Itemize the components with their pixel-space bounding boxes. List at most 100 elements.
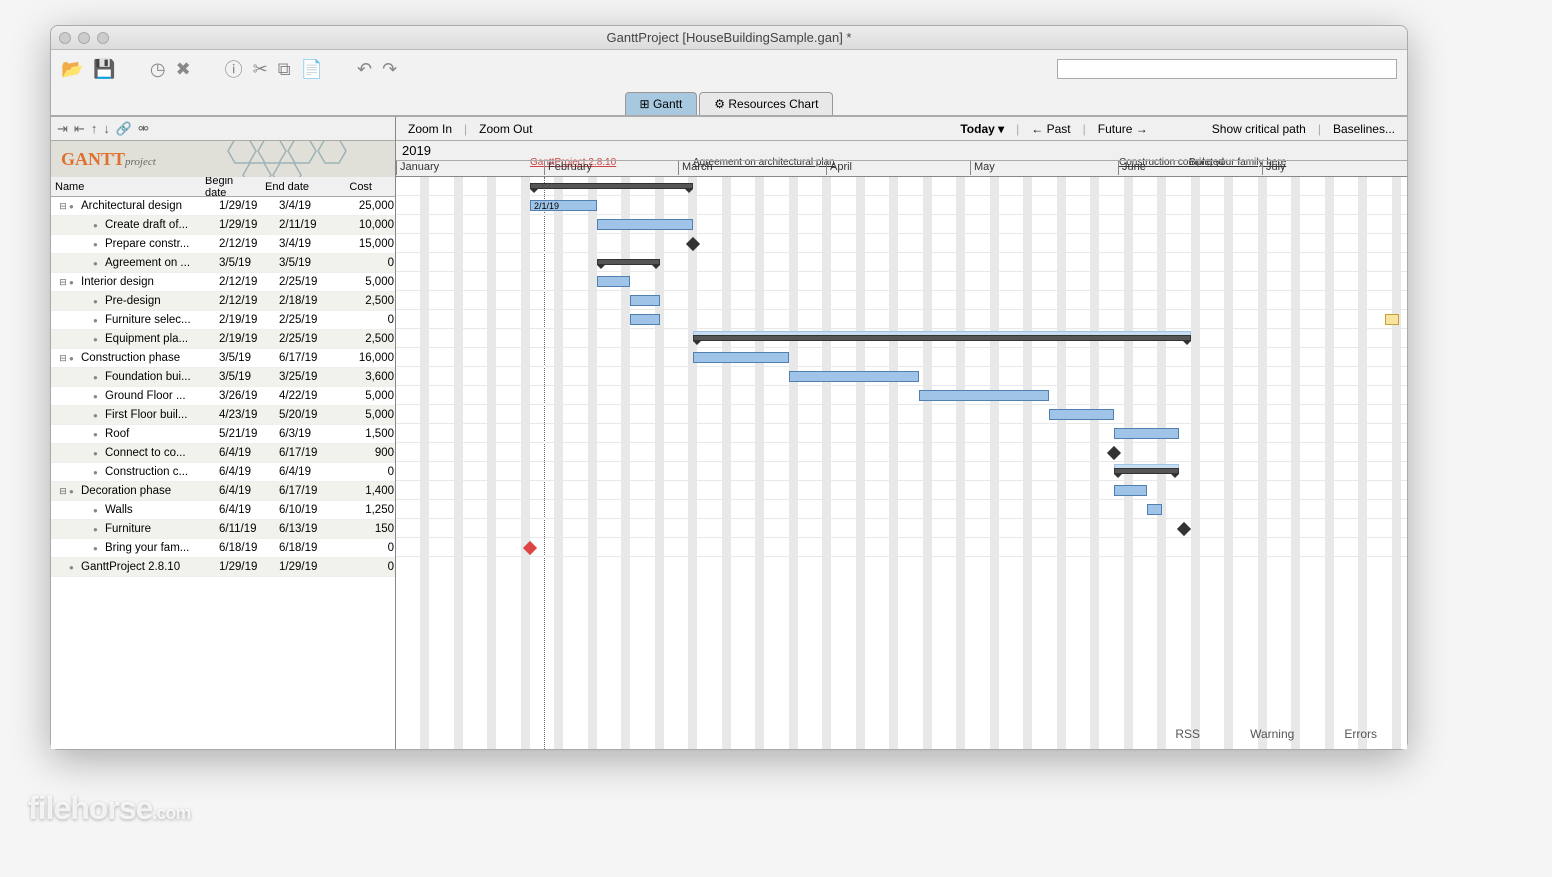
future-button[interactable]: Future → xyxy=(1086,122,1160,136)
undo-icon[interactable]: ↶ xyxy=(357,59,372,80)
task-bar[interactable] xyxy=(789,371,919,382)
task-bar[interactable] xyxy=(1049,409,1114,420)
task-row[interactable]: ⊟●Decoration phase6/4/196/17/191,400 xyxy=(51,482,395,501)
task-name: Decoration phase xyxy=(79,485,219,497)
milestone-marker[interactable] xyxy=(1177,522,1191,536)
baselines-button[interactable]: Baselines... xyxy=(1321,122,1407,136)
chart-row xyxy=(396,234,1407,253)
task-row[interactable]: ●Ground Floor ...3/26/194/22/195,000 xyxy=(51,387,395,406)
task-row[interactable]: ●Equipment pla...2/19/192/25/192,500 xyxy=(51,330,395,349)
task-bar[interactable] xyxy=(693,352,789,363)
gantt-chart-body[interactable]: 2/1/19 xyxy=(396,177,1407,749)
task-bar[interactable] xyxy=(597,219,693,230)
col-end[interactable]: End date xyxy=(261,181,321,193)
critical-path-button[interactable]: Show critical path xyxy=(1200,122,1318,136)
task-row[interactable]: ●Bring your fam...6/18/196/18/190 xyxy=(51,539,395,558)
chart-row xyxy=(396,538,1407,557)
task-row[interactable]: ●GanttProject 2.8.101/29/191/29/190 xyxy=(51,558,395,577)
task-bar[interactable] xyxy=(1114,485,1147,496)
tab-gantt[interactable]: ⊞ Gantt xyxy=(625,92,698,115)
summary-bar[interactable] xyxy=(1114,468,1179,474)
year-label: 2019 xyxy=(402,143,431,158)
task-bar[interactable]: 2/1/19 xyxy=(530,200,597,211)
save-icon[interactable]: 💾 xyxy=(93,59,115,80)
move-down-icon[interactable]: ↓ xyxy=(103,121,110,136)
task-bar[interactable] xyxy=(1147,504,1162,515)
indent-icon[interactable]: ⇥ xyxy=(57,121,68,137)
app-window: GanttProject [HouseBuildingSample.gan] *… xyxy=(50,25,1408,750)
redo-icon[interactable]: ↷ xyxy=(382,59,397,80)
paste-icon[interactable]: 📄 xyxy=(301,59,323,80)
task-row[interactable]: ●Connect to co...6/4/196/17/19900 xyxy=(51,444,395,463)
task-bar[interactable] xyxy=(597,276,630,287)
window-title: GanttProject [HouseBuildingSample.gan] * xyxy=(109,30,1349,45)
month-label: April xyxy=(826,161,852,175)
zoom-in-button[interactable]: Zoom In xyxy=(396,122,464,136)
col-name[interactable]: Name xyxy=(51,181,201,193)
milestone-marker[interactable] xyxy=(686,237,700,251)
delete-icon[interactable]: ✖ xyxy=(176,59,191,80)
zoom-button[interactable] xyxy=(97,32,109,44)
outdent-icon[interactable]: ⇤ xyxy=(74,121,85,137)
task-name: Create draft of... xyxy=(103,219,219,231)
col-cost[interactable]: Cost xyxy=(321,181,376,193)
link-icon[interactable]: 🔗 xyxy=(116,121,132,137)
task-row[interactable]: ●Prepare constr...2/12/193/4/1915,000 xyxy=(51,235,395,254)
chart-toolbar: Zoom In | Zoom Out Today ▾ | ← Past | Fu… xyxy=(396,117,1407,141)
task-row[interactable]: ●Walls6/4/196/10/191,250 xyxy=(51,501,395,520)
task-row[interactable]: ●Foundation bui...3/5/193/25/193,600 xyxy=(51,368,395,387)
task-name: Bring your fam... xyxy=(103,542,219,554)
task-row[interactable]: ●Construction c...6/4/196/4/190 xyxy=(51,463,395,482)
warning-link[interactable]: Warning xyxy=(1250,727,1294,741)
zoom-out-button[interactable]: Zoom Out xyxy=(467,122,544,136)
task-row[interactable]: ●Create draft of...1/29/192/11/1910,000 xyxy=(51,216,395,235)
task-bar[interactable] xyxy=(630,314,660,325)
search-input[interactable] xyxy=(1057,59,1397,79)
milestone-marker[interactable] xyxy=(523,541,537,555)
gantt-chart-pane: Zoom In | Zoom Out Today ▾ | ← Past | Fu… xyxy=(396,117,1407,749)
task-row[interactable]: ●Agreement on ...3/5/193/5/190 xyxy=(51,254,395,273)
task-row[interactable]: ●Furniture6/11/196/13/19150 xyxy=(51,520,395,539)
errors-link[interactable]: Errors xyxy=(1344,727,1377,741)
task-name: Foundation bui... xyxy=(103,371,219,383)
task-row[interactable]: ●Pre-design2/12/192/18/192,500 xyxy=(51,292,395,311)
open-icon[interactable]: 📂 xyxy=(61,59,83,80)
cut-icon[interactable]: ✂ xyxy=(253,59,268,80)
minimize-button[interactable] xyxy=(78,32,90,44)
task-name: Construction c... xyxy=(103,466,219,478)
clock-icon[interactable]: ◷ xyxy=(150,59,166,80)
copy-icon[interactable]: ⧉ xyxy=(278,59,291,80)
move-up-icon[interactable]: ↑ xyxy=(91,121,98,136)
task-bar[interactable] xyxy=(919,390,1049,401)
task-list[interactable]: ⊟●Architectural design1/29/193/4/1925,00… xyxy=(51,197,395,749)
month-label: March xyxy=(678,161,713,175)
col-begin[interactable]: Begin date xyxy=(201,175,261,199)
summary-bar[interactable] xyxy=(597,259,660,265)
chart-row xyxy=(396,177,1407,196)
task-row[interactable]: ⊟●Interior design2/12/192/25/195,000 xyxy=(51,273,395,292)
rss-link[interactable]: RSS xyxy=(1175,727,1200,741)
milestone-marker[interactable] xyxy=(1107,446,1121,460)
close-button[interactable] xyxy=(59,32,71,44)
tree-toolbar: ⇥ ⇤ ↑ ↓ 🔗 ⚮ xyxy=(51,117,395,141)
tab-resources[interactable]: ⚙ Resources Chart xyxy=(699,92,833,115)
chart-row xyxy=(396,519,1407,538)
task-row[interactable]: ●Furniture selec...2/19/192/25/190 xyxy=(51,311,395,330)
summary-bar[interactable] xyxy=(693,335,1191,341)
task-row[interactable]: ⊟●Construction phase3/5/196/17/1916,000 xyxy=(51,349,395,368)
past-button[interactable]: ← Past xyxy=(1019,122,1082,136)
task-bar[interactable] xyxy=(630,295,660,306)
summary-bar[interactable] xyxy=(530,183,693,189)
info-icon[interactable]: ⓘ xyxy=(225,56,243,82)
task-row[interactable]: ⊟●Architectural design1/29/193/4/1925,00… xyxy=(51,197,395,216)
task-row[interactable]: ●Roof5/21/196/3/191,500 xyxy=(51,425,395,444)
task-name: Connect to co... xyxy=(103,447,219,459)
task-bar[interactable] xyxy=(1114,428,1179,439)
chart-row xyxy=(396,291,1407,310)
note-icon[interactable] xyxy=(1385,314,1399,325)
chart-row xyxy=(396,367,1407,386)
unlink-icon[interactable]: ⚮ xyxy=(138,121,149,137)
task-row[interactable]: ●First Floor buil...4/23/195/20/195,000 xyxy=(51,406,395,425)
today-button[interactable]: Today ▾ xyxy=(948,122,1016,136)
task-name: Construction phase xyxy=(79,352,219,364)
